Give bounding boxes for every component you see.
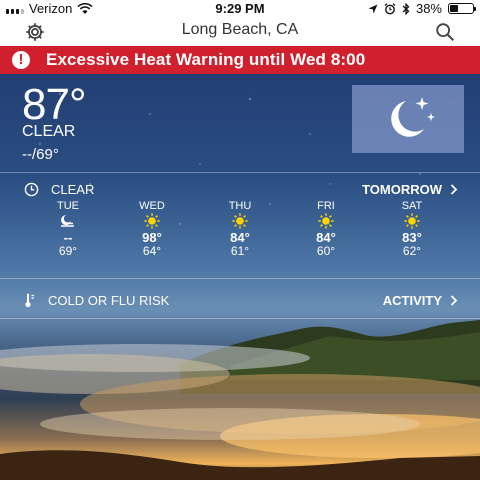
divider bbox=[0, 278, 480, 279]
sun-icon bbox=[382, 213, 442, 229]
day-low: 64° bbox=[142, 244, 162, 258]
forecast-summary-label: CLEAR bbox=[51, 182, 95, 197]
alert-text: Excessive Heat Warning until Wed 8:00 bbox=[46, 50, 366, 69]
nav-bar: Long Beach, CA bbox=[0, 16, 480, 46]
forecast-day-tue[interactable]: TUE -- 69° bbox=[38, 200, 98, 258]
day-name: FRI bbox=[317, 200, 335, 212]
day-name: SAT bbox=[401, 200, 423, 212]
moon-cloud-icon bbox=[38, 213, 98, 229]
divider bbox=[0, 318, 480, 319]
moon-stars-icon bbox=[391, 97, 435, 137]
current-weather-tile[interactable] bbox=[352, 85, 464, 153]
alarm-icon bbox=[384, 2, 396, 14]
chevron-right-icon bbox=[450, 295, 458, 306]
day-low: 69° bbox=[58, 244, 78, 258]
day-high: 83° bbox=[402, 230, 422, 245]
location-arrow-icon bbox=[368, 4, 378, 13]
tomorrow-link-label: TOMORROW bbox=[362, 182, 442, 197]
activity-label: ACTIVITY bbox=[382, 293, 442, 308]
forecast-day-wed[interactable]: WED 98° 64° bbox=[122, 200, 182, 258]
sun-icon bbox=[296, 213, 356, 229]
bluetooth-icon bbox=[402, 2, 410, 15]
search-icon[interactable] bbox=[434, 21, 456, 43]
forecast-day-fri[interactable]: FRI 84° 60° bbox=[296, 200, 356, 258]
battery-percent: 38% bbox=[415, 1, 442, 16]
status-right: 38% bbox=[368, 1, 476, 16]
day-high: 98° bbox=[142, 230, 162, 245]
forecast-day-sat[interactable]: SAT 83° 62° bbox=[382, 200, 442, 258]
current-hi-lo: --/69° bbox=[22, 146, 59, 163]
status-bar: Verizon 9:29 PM 38% bbox=[0, 0, 480, 16]
day-low: 60° bbox=[316, 244, 336, 258]
day-name: THU bbox=[228, 200, 252, 212]
day-low: 62° bbox=[402, 244, 422, 258]
battery-icon bbox=[448, 3, 476, 14]
day-high: 84° bbox=[230, 230, 250, 245]
clock-icon bbox=[24, 182, 39, 197]
activity-link[interactable]: ACTIVITY bbox=[383, 293, 458, 308]
day-name: WED bbox=[139, 200, 165, 212]
thermometer-icon bbox=[25, 293, 34, 308]
heat-warning-banner[interactable]: ! Excessive Heat Warning until Wed 8:00 bbox=[0, 46, 480, 74]
forecast-day-thu[interactable]: THU 84° 61° bbox=[210, 200, 270, 258]
sun-icon bbox=[210, 213, 270, 229]
divider bbox=[0, 172, 480, 173]
daily-forecast: TUE -- 69° WED 98° 64° THU 84° 61° FRI 8… bbox=[0, 200, 480, 260]
location-title[interactable]: Long Beach, CA bbox=[0, 21, 480, 39]
chevron-right-icon bbox=[450, 184, 458, 195]
current-condition: CLEAR bbox=[22, 123, 76, 140]
battery-fill bbox=[450, 5, 459, 12]
day-high: 84° bbox=[316, 230, 336, 245]
day-high: -- bbox=[63, 230, 73, 245]
cold-flu-label: COLD OR FLU RISK bbox=[48, 293, 170, 308]
alert-icon: ! bbox=[12, 51, 30, 69]
day-low: 61° bbox=[230, 244, 250, 258]
tomorrow-link[interactable]: TOMORROW bbox=[362, 182, 458, 197]
day-name: TUE bbox=[57, 200, 79, 212]
sun-icon bbox=[122, 213, 182, 229]
cold-flu-link[interactable]: COLD OR FLU RISK bbox=[24, 293, 169, 308]
forecast-summary: CLEAR bbox=[24, 182, 94, 197]
